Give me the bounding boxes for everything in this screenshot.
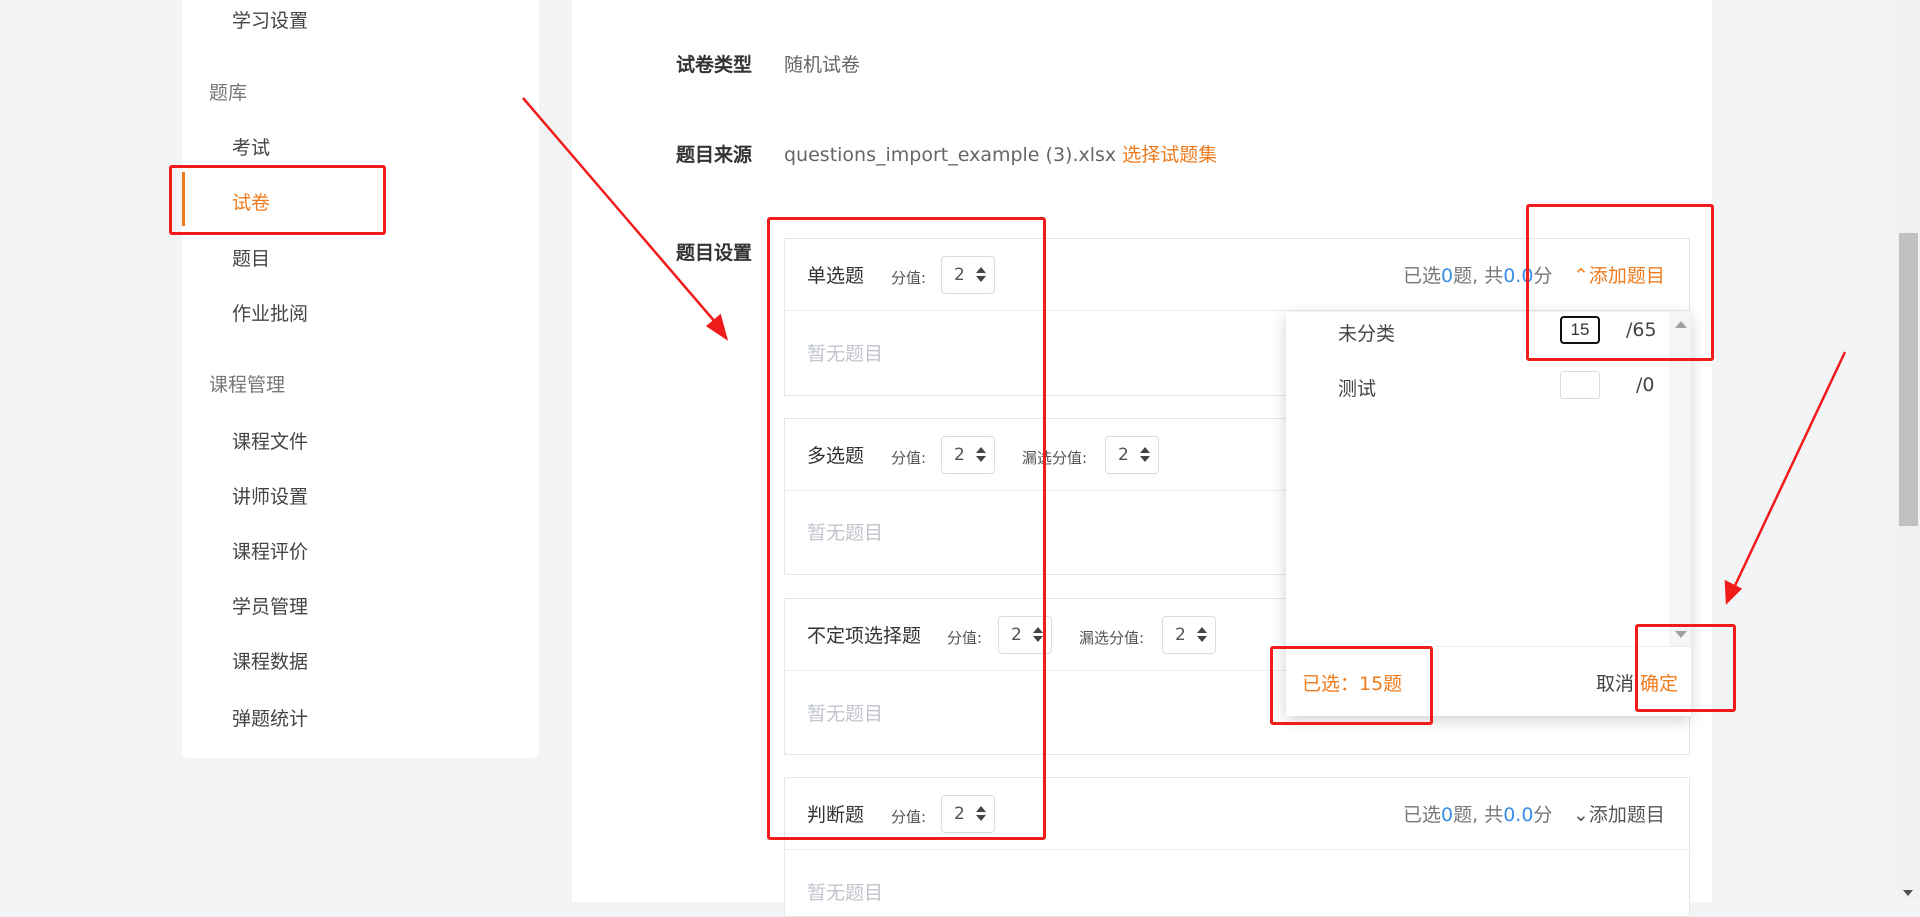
source-label: 题目来源 (676, 144, 753, 166)
page-scrollbar-thumb[interactable] (1899, 233, 1918, 526)
scroll-down-icon[interactable] (1903, 890, 1913, 896)
settings-label: 题目设置 (676, 242, 753, 264)
indefinite-choice-partial-label: 漏选分值: (1079, 629, 1145, 647)
selected-count: 0 (1441, 804, 1454, 826)
page-scrollbar[interactable] (1897, 0, 1920, 902)
true-false-card: 判断题 分值: 2 已选0题, 共0.0分 ⌄添加题目 暂无题目 (784, 777, 1690, 917)
stepper-arrows-icon[interactable] (1140, 445, 1150, 465)
true-false-empty: 暂无题目 (807, 882, 884, 904)
true-false-score-value: 2 (954, 804, 965, 824)
total-points: 0.0 (1503, 804, 1534, 826)
stepper-arrows-icon[interactable] (976, 804, 986, 824)
cancel-button[interactable]: 取消 (1596, 669, 1634, 696)
single-choice-add-button[interactable]: ⌃添加题目 (1573, 261, 1665, 288)
category-uncategorized-name: 未分类 (1338, 323, 1396, 345)
sidebar-item-popup-stats[interactable]: 弹题统计 (232, 704, 308, 731)
single-choice-score-stepper[interactable]: 2 (941, 256, 995, 294)
sidebar-item-lecturer-settings[interactable]: 讲师设置 (232, 482, 308, 509)
category-test-count-input[interactable] (1560, 371, 1600, 399)
sidebar-group-question-bank: 题库 (209, 82, 248, 104)
category-uncategorized-total: /65 (1626, 319, 1657, 341)
annotation-arrow-2 (1730, 351, 1847, 593)
multiple-choice-title: 多选题 (807, 445, 865, 467)
sidebar-item-student-management[interactable]: 学员管理 (232, 592, 308, 619)
paper-type-value: 随机试卷 (784, 54, 861, 76)
stepper-arrows-icon[interactable] (1197, 625, 1207, 645)
sidebar-item-course-data[interactable]: 课程数据 (232, 647, 308, 674)
sidebar-item-paper[interactable]: 试卷 (232, 188, 270, 215)
annotation-arrowhead-2 (1724, 579, 1743, 605)
total-points: 0.0 (1503, 265, 1534, 287)
chevron-up-icon: ⌃ (1573, 265, 1589, 287)
multiple-choice-partial-stepper[interactable]: 2 (1105, 436, 1159, 474)
indefinite-choice-score-stepper[interactable]: 2 (998, 616, 1052, 654)
indefinite-choice-score-value: 2 (1011, 625, 1022, 645)
sidebar-item-exam[interactable]: 考试 (232, 133, 270, 160)
add-question-dropdown: 未分类 /65 测试 /0 已选：15题 取消 确定 (1286, 312, 1691, 716)
category-test-total: /0 (1636, 374, 1655, 396)
indefinite-choice-score-label: 分值: (947, 629, 983, 647)
confirm-button[interactable]: 确定 (1640, 669, 1678, 696)
choose-question-set-link[interactable]: 选择试题集 (1122, 144, 1217, 166)
sidebar-active-indicator (182, 172, 185, 226)
stepper-arrows-icon[interactable] (976, 265, 986, 285)
true-false-score-label: 分值: (891, 808, 927, 826)
multiple-choice-empty: 暂无题目 (807, 522, 884, 544)
true-false-add-button[interactable]: ⌄添加题目 (1573, 800, 1665, 827)
single-choice-stats: 已选0题, 共0.0分 (1403, 265, 1553, 287)
single-choice-empty: 暂无题目 (807, 343, 884, 365)
chevron-down-icon: ⌄ (1573, 804, 1589, 826)
sidebar-group-course-management: 课程管理 (209, 374, 286, 396)
true-false-stats: 已选0题, 共0.0分 (1403, 804, 1553, 826)
sidebar: 学习设置 题库 考试 试卷 题目 作业批阅 课程管理 课程文件 讲师设置 课程评… (182, 0, 539, 758)
single-choice-score-value: 2 (954, 265, 965, 285)
sidebar-item-learning-settings[interactable]: 学习设置 (232, 6, 308, 33)
paper-type-label: 试卷类型 (676, 54, 753, 76)
multiple-choice-partial-value: 2 (1118, 445, 1129, 465)
scroll-up-icon[interactable] (1675, 321, 1687, 328)
single-choice-header: 单选题 分值: 2 已选0题, 共0.0分 ⌃添加题目 (785, 239, 1689, 311)
sidebar-item-questions[interactable]: 题目 (232, 244, 270, 271)
sidebar-item-homework-review[interactable]: 作业批阅 (232, 299, 308, 326)
sidebar-item-course-reviews[interactable]: 课程评价 (232, 537, 308, 564)
dropdown-scrollbar[interactable] (1669, 312, 1691, 646)
stepper-arrows-icon[interactable] (976, 445, 986, 465)
multiple-choice-score-label: 分值: (891, 449, 927, 467)
single-choice-score-label: 分值: (891, 269, 927, 287)
source-value: questions_import_example (3).xlsx 选择试题集 (784, 140, 1217, 167)
indefinite-choice-empty: 暂无题目 (807, 703, 884, 725)
true-false-title: 判断题 (807, 804, 865, 826)
indefinite-choice-title: 不定项选择题 (807, 625, 922, 647)
true-false-header: 判断题 分值: 2 已选0题, 共0.0分 ⌄添加题目 (785, 778, 1689, 850)
scroll-down-icon[interactable] (1675, 631, 1687, 638)
source-file-name: questions_import_example (3).xlsx (784, 144, 1117, 166)
multiple-choice-partial-label: 漏选分值: (1022, 449, 1088, 467)
single-choice-title: 单选题 (807, 265, 865, 287)
multiple-choice-score-stepper[interactable]: 2 (941, 436, 995, 474)
selected-summary: 已选：15题 (1302, 673, 1403, 695)
indefinite-choice-partial-stepper[interactable]: 2 (1162, 616, 1216, 654)
true-false-score-stepper[interactable]: 2 (941, 795, 995, 833)
stepper-arrows-icon[interactable] (1033, 625, 1043, 645)
selected-count: 0 (1441, 265, 1454, 287)
indefinite-choice-partial-value: 2 (1175, 625, 1186, 645)
category-uncategorized-count-input[interactable] (1560, 316, 1600, 344)
dropdown-footer: 已选：15题 取消 确定 (1286, 646, 1691, 716)
multiple-choice-score-value: 2 (954, 445, 965, 465)
category-test-name: 测试 (1338, 378, 1377, 400)
sidebar-item-course-files[interactable]: 课程文件 (232, 427, 308, 454)
